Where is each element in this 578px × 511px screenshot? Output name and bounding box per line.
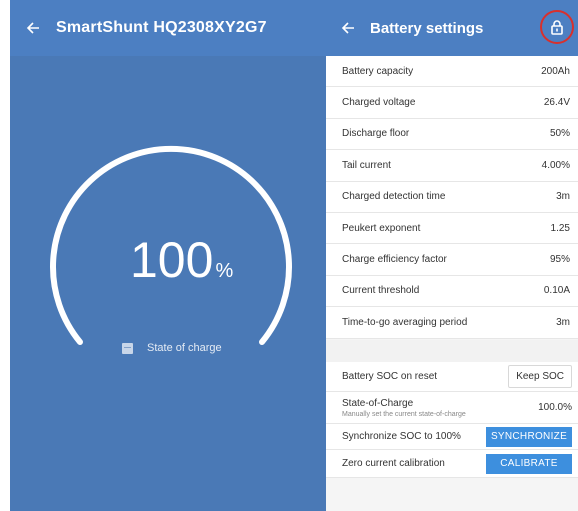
- setting-value: 3m: [556, 316, 570, 328]
- setting-value: 1.25: [550, 222, 570, 234]
- setting-label: Charged voltage: [342, 97, 416, 109]
- soc-caption: State of charge: [122, 342, 222, 354]
- setting-row-battery-capacity[interactable]: Battery capacity 200Ah: [326, 56, 578, 88]
- setting-value: 4.00%: [541, 159, 570, 171]
- soc-caption-text: State of charge: [147, 342, 222, 354]
- setting-row-time-to-go-averaging[interactable]: Time-to-go averaging period 3m: [326, 307, 578, 339]
- setting-row-charged-detection-time[interactable]: Charged detection time 3m: [326, 182, 578, 213]
- battery-icon: [122, 342, 133, 354]
- setting-label: Battery capacity: [342, 65, 414, 77]
- synchronize-row: Synchronize SOC to 100% SYNCHRONIZE: [326, 424, 578, 450]
- page-title: Battery settings: [370, 19, 484, 37]
- device-title: SmartShunt HQ2308XY2G7: [56, 19, 267, 36]
- synchronize-button[interactable]: SYNCHRONIZE: [486, 426, 572, 447]
- setting-value: 95%: [549, 254, 570, 266]
- setting-label: Charged detection time: [342, 191, 446, 203]
- state-of-charge-sub: Manually set the current state-of-charge: [342, 410, 466, 418]
- setting-row-discharge-floor[interactable]: Discharge floor 50%: [326, 119, 578, 151]
- lock-button[interactable]: [540, 10, 574, 44]
- setting-label: Time-to-go averaging period: [342, 316, 468, 328]
- setting-value: 3m: [556, 191, 570, 203]
- keep-soc-button[interactable]: Keep SOC: [508, 365, 572, 388]
- soc-on-reset-row: Battery SOC on reset Keep SOC: [326, 362, 578, 392]
- left-header: SmartShunt HQ2308XY2G7: [10, 0, 326, 56]
- setting-label: Tail current: [342, 159, 391, 171]
- setting-row-charge-efficiency-factor[interactable]: Charge efficiency factor 95%: [326, 244, 578, 276]
- setting-value: 50%: [549, 128, 570, 140]
- state-of-charge-label: State-of-Charge: [342, 397, 414, 409]
- setting-value: 0.10A: [543, 285, 570, 297]
- setting-label: Current threshold: [342, 285, 420, 297]
- setting-label: Discharge floor: [342, 128, 410, 140]
- setting-row-charged-voltage[interactable]: Charged voltage 26.4V: [326, 87, 578, 119]
- back-arrow-icon[interactable]: [10, 0, 56, 56]
- zero-calibration-row: Zero current calibration CALIBRATE: [326, 450, 578, 478]
- soc-value: 100: [130, 232, 214, 288]
- synchronize-label: Synchronize SOC to 100%: [342, 431, 461, 442]
- device-overview-panel: SmartShunt HQ2308XY2G7 100% State of cha…: [10, 0, 326, 511]
- settings-list: Battery capacity 200Ah Charged voltage 2…: [326, 56, 578, 339]
- lock-icon: [551, 20, 563, 35]
- section-divider: [326, 340, 578, 362]
- setting-value: 200Ah: [541, 65, 570, 77]
- setting-label: Charge efficiency factor: [342, 254, 447, 266]
- zero-calibration-label: Zero current calibration: [342, 458, 445, 469]
- right-header: Battery settings: [326, 0, 578, 56]
- state-of-charge-row[interactable]: State-of-Charge Manually set the current…: [326, 392, 578, 424]
- setting-row-tail-current[interactable]: Tail current 4.00%: [326, 150, 578, 182]
- state-of-charge-text: State-of-Charge Manually set the current…: [342, 398, 466, 418]
- back-arrow-icon[interactable]: [326, 0, 370, 56]
- setting-row-current-threshold[interactable]: Current threshold 0.10A: [326, 276, 578, 308]
- setting-row-peukert-exponent[interactable]: Peukert exponent 1.25: [326, 213, 578, 245]
- soc-gauge: [50, 145, 292, 345]
- battery-settings-panel: Battery settings Battery capacity 200Ah …: [326, 0, 578, 511]
- soc-on-reset-label: Battery SOC on reset: [342, 371, 438, 382]
- soc-percentage: 100%: [130, 230, 250, 290]
- calibrate-button[interactable]: CALIBRATE: [486, 453, 572, 474]
- setting-value: 26.4V: [543, 97, 570, 109]
- state-of-charge-value: 100.0%: [538, 402, 572, 413]
- soc-unit: %: [215, 260, 234, 282]
- setting-label: Peukert exponent: [342, 222, 421, 234]
- soc-actions-list: Battery SOC on reset Keep SOC State-of-C…: [326, 362, 578, 478]
